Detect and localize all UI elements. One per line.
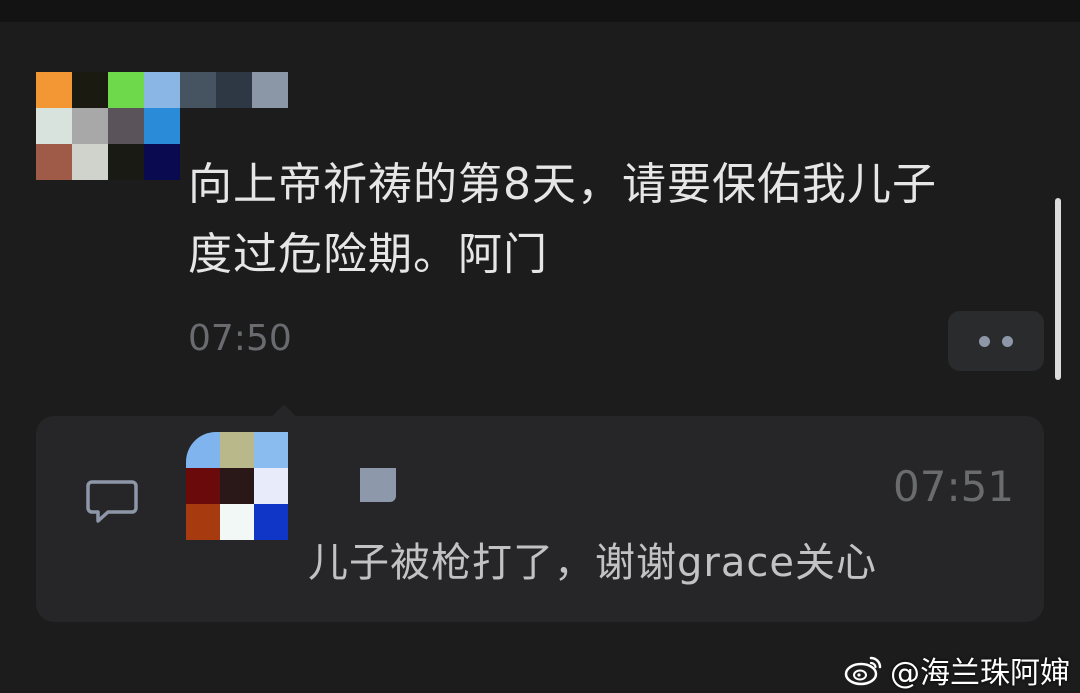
avatar-pixel — [36, 72, 72, 108]
avatar-pixel — [220, 504, 254, 540]
username-redacted[interactable] — [180, 72, 288, 108]
avatar-pixel — [186, 504, 220, 540]
avatar-pixel — [220, 468, 254, 504]
more-dot-icon — [979, 335, 990, 347]
avatar-pixel — [144, 72, 180, 108]
commenter-name-redacted[interactable] — [360, 468, 396, 502]
avatar-pixel — [72, 72, 108, 108]
comment-bubble-icon[interactable] — [84, 478, 140, 526]
watermark: @海兰珠阿婶 — [844, 648, 1070, 692]
avatar-pixel — [254, 468, 288, 504]
avatar-pixel — [36, 144, 72, 180]
post-text: 向上帝祈祷的第8天，请要保佑我儿子 度过危险期。阿门 — [188, 150, 1048, 290]
post-text-line-2: 度过危险期。阿门 — [188, 229, 548, 280]
comment-timestamp: 07:51 — [893, 462, 1015, 511]
avatar-pixel — [144, 108, 180, 144]
commenter-avatar[interactable] — [186, 432, 288, 540]
name-blur-pixel — [180, 72, 216, 108]
top-bar — [0, 0, 1080, 22]
watermark-text: @海兰珠阿婶 — [890, 656, 1070, 691]
weibo-icon — [844, 656, 882, 686]
post-timestamp: 07:50 — [188, 318, 292, 359]
avatar-pixel — [108, 144, 144, 180]
avatar-pixel — [254, 432, 288, 468]
user-avatar[interactable] — [36, 72, 180, 180]
post-text-line-1: 向上帝祈祷的第8天，请要保佑我儿子 — [188, 159, 937, 210]
name-blur-pixel — [252, 72, 288, 108]
avatar-pixel — [36, 108, 72, 144]
avatar-pixel — [254, 504, 288, 540]
avatar-pixel — [72, 108, 108, 144]
avatar-pixel — [220, 432, 254, 468]
comment-text: 儿子被枪打了，谢谢grace关心 — [308, 540, 877, 586]
scrollbar[interactable] — [1055, 198, 1061, 380]
avatar-pixel — [144, 144, 180, 180]
avatar-pixel — [108, 72, 144, 108]
more-options-button[interactable] — [948, 311, 1044, 371]
more-dot-icon — [1002, 335, 1013, 347]
avatar-pixel — [72, 144, 108, 180]
name-blur-pixel — [216, 72, 252, 108]
avatar-pixel — [186, 468, 220, 504]
avatar-pixel — [108, 108, 144, 144]
